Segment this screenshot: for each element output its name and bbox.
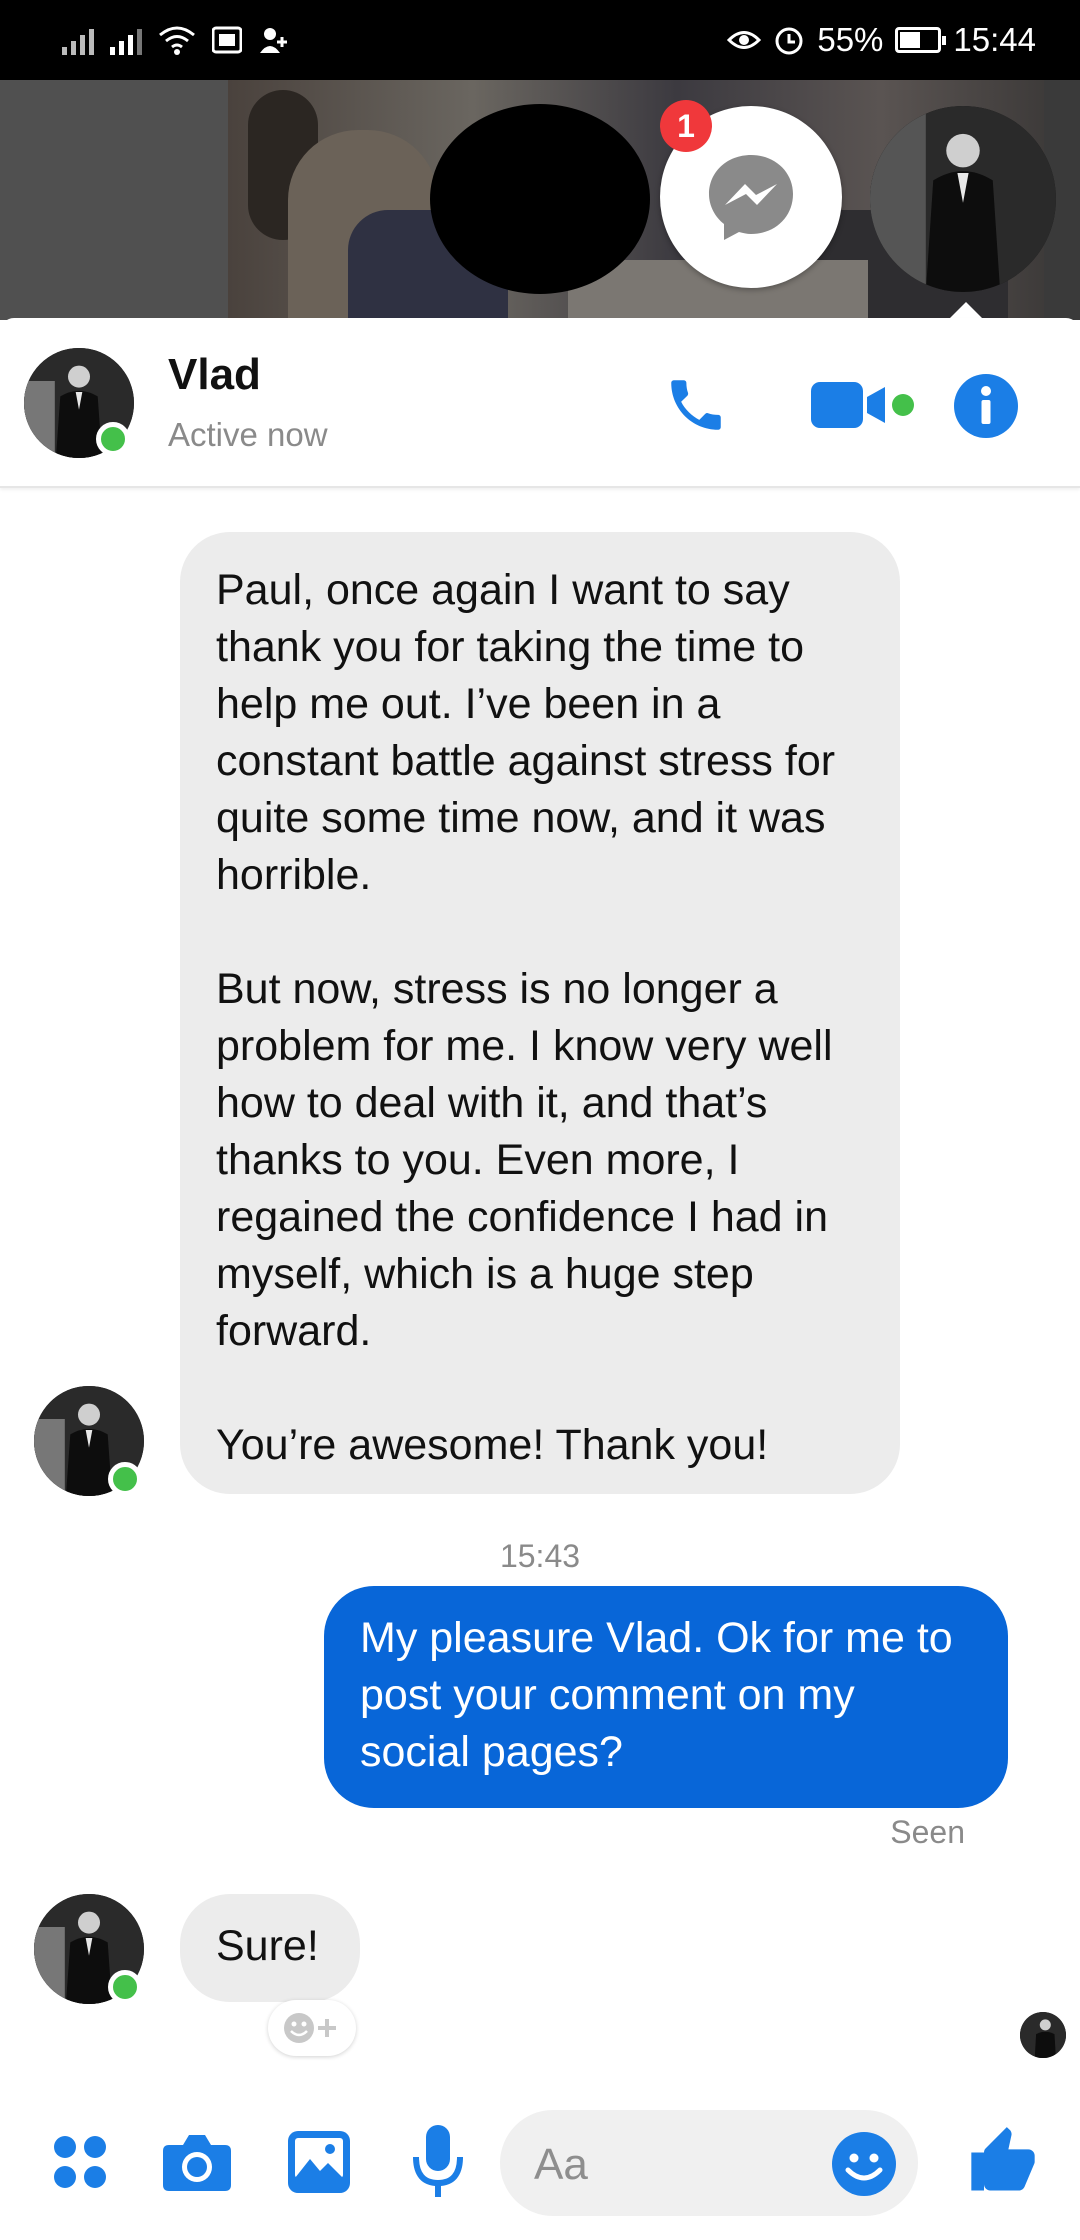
wifi-icon bbox=[159, 26, 195, 55]
online-indicator bbox=[96, 422, 130, 456]
alarm-icon bbox=[775, 27, 803, 55]
gallery-button[interactable] bbox=[276, 2122, 362, 2202]
conversation-info-button[interactable] bbox=[948, 368, 1024, 444]
header-avatar[interactable] bbox=[24, 348, 134, 458]
sender-avatar[interactable] bbox=[34, 1894, 144, 2004]
emoji-button[interactable] bbox=[824, 2124, 904, 2204]
unread-badge: 1 bbox=[660, 100, 712, 152]
avatar bbox=[1020, 2012, 1066, 2058]
apps-grid-icon bbox=[54, 2136, 106, 2188]
message-timestamp: 15:43 bbox=[499, 1538, 581, 1574]
thumbs-up-icon bbox=[971, 2127, 1035, 2191]
image-icon bbox=[288, 2131, 350, 2193]
battery-icon bbox=[895, 27, 947, 53]
sim-card-icon bbox=[212, 26, 242, 54]
status-bar-left bbox=[62, 25, 288, 55]
online-indicator bbox=[108, 1462, 142, 1496]
video-camera-icon bbox=[811, 382, 914, 428]
voice-message-button[interactable] bbox=[398, 2116, 478, 2208]
contact-status: Active now bbox=[168, 416, 328, 453]
eye-icon bbox=[727, 31, 762, 49]
camera-button[interactable] bbox=[154, 2122, 240, 2202]
redacted-chat-head[interactable] bbox=[430, 104, 650, 294]
like-button[interactable] bbox=[958, 2116, 1048, 2208]
contact-name[interactable]: Vlad bbox=[168, 350, 261, 400]
seen-label: Seen bbox=[890, 1814, 965, 1850]
incoming-message-bubble[interactable]: Paul, once again I want to say thank you… bbox=[180, 532, 900, 1494]
video-call-button[interactable] bbox=[800, 370, 920, 440]
clock: 15:44 bbox=[953, 21, 1036, 58]
phone-icon bbox=[671, 380, 721, 430]
message-paragraph: But now, stress is no longer a problem f… bbox=[216, 965, 833, 1355]
online-indicator bbox=[108, 1970, 142, 2004]
add-reaction-icon bbox=[284, 2013, 336, 2043]
background-left-strip bbox=[0, 80, 228, 320]
battery-fill bbox=[900, 32, 921, 48]
messenger-icon bbox=[709, 155, 793, 240]
message-input-placeholder: Aa bbox=[534, 2140, 588, 2189]
person-add-icon bbox=[260, 28, 287, 53]
signal-icon-sim2 bbox=[110, 25, 142, 55]
outgoing-message-bubble[interactable]: My pleasure Vlad. Ok for me to post your… bbox=[324, 1586, 1008, 1808]
message-paragraph: You’re awesome! Thank you! bbox=[216, 1421, 769, 1469]
voice-call-button[interactable] bbox=[656, 365, 736, 445]
message-text: Sure! bbox=[216, 1922, 319, 1970]
status-bar-right: 55% 15:44 bbox=[727, 21, 1036, 59]
emoji-icon bbox=[832, 2132, 896, 2196]
chat-head-pointer bbox=[950, 302, 982, 318]
incoming-message-bubble[interactable]: Sure! bbox=[180, 1894, 360, 2002]
camera-icon bbox=[163, 2135, 231, 2191]
read-receipt-avatar bbox=[1020, 2012, 1066, 2058]
battery-percentage: 55% bbox=[817, 21, 884, 58]
more-actions-button[interactable] bbox=[40, 2122, 120, 2202]
status-bar: 55% 15:44 bbox=[0, 0, 1080, 80]
signal-icon-sim1 bbox=[62, 25, 94, 55]
sender-avatar[interactable] bbox=[34, 1386, 144, 1496]
microphone-icon bbox=[413, 2125, 463, 2197]
add-reaction-button[interactable] bbox=[268, 2000, 356, 2056]
vlad-chat-head[interactable] bbox=[870, 106, 1056, 292]
message-text: My pleasure Vlad. Ok for me to post your… bbox=[360, 1614, 953, 1776]
info-icon bbox=[954, 374, 1018, 438]
message-paragraph: Paul, once again I want to say thank you… bbox=[216, 566, 836, 899]
